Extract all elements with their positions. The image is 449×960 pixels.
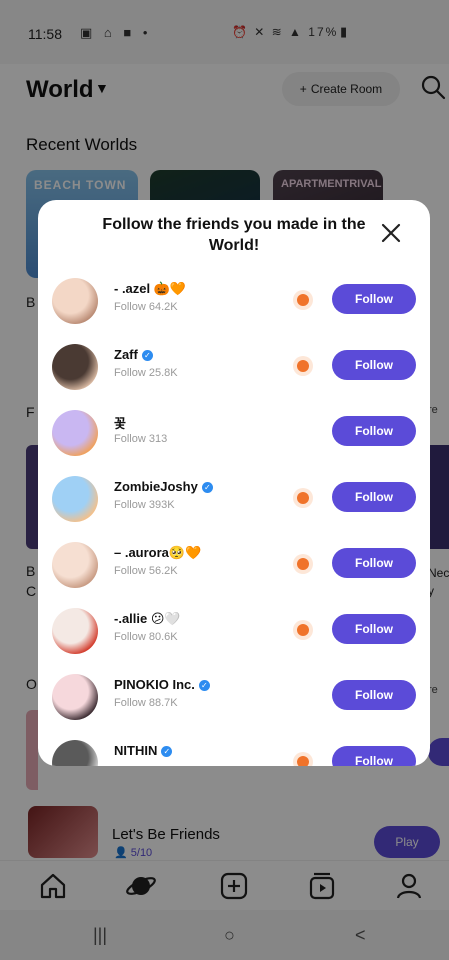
avatar[interactable] [52, 344, 98, 390]
friend-row: 꽃 Follow 313 Follow [38, 398, 430, 464]
live-status-icon [293, 356, 313, 376]
friend-name[interactable]: - .azel 🎃🧡 [114, 281, 186, 297]
friend-list: - .azel 🎃🧡 Follow 64.2K Follow Zaff ✓ Follow … [38, 266, 430, 766]
follow-button[interactable]: Follow [332, 614, 416, 644]
verified-badge-icon: ✓ [141, 350, 153, 362]
follower-count: Follow 313 [114, 433, 168, 445]
friend-row: Zaff ✓ Follow 25.8K Follow [38, 332, 430, 398]
follower-count: Follow 80.6K [114, 631, 178, 643]
friend-name-text: – .aurora🥺🧡 [114, 545, 202, 560]
friend-name-text: 꽃 [114, 416, 126, 431]
follower-count: Follow 88.7K [114, 697, 178, 709]
friend-name[interactable]: NITHIN ✓ [114, 743, 173, 758]
verified-badge-icon: ✓ [198, 680, 210, 692]
dialog-title: Follow the friends you made in the World… [102, 216, 366, 254]
follower-count: Follow 25.8K [114, 367, 178, 379]
follow-button[interactable]: Follow [332, 284, 416, 314]
friend-name-text: ZombieJoshy [114, 479, 198, 494]
friend-row: ZombieJoshy ✓ Follow 393K Follow [38, 464, 430, 530]
live-status-icon [293, 290, 313, 310]
follow-button[interactable]: Follow [332, 680, 416, 710]
avatar[interactable] [52, 278, 98, 324]
friend-row: PINOKIO Inc. ✓ Follow 88.7K Follow [38, 662, 430, 728]
live-status-icon [293, 488, 313, 508]
follower-count: Follow 393K [114, 499, 175, 511]
follower-count: Follow 64.2K [114, 301, 178, 313]
avatar[interactable] [52, 542, 98, 588]
follow-button[interactable]: Follow [332, 548, 416, 578]
verified-badge-icon: ✓ [161, 746, 173, 758]
avatar[interactable] [52, 476, 98, 522]
verified-badge-icon: ✓ [201, 482, 213, 494]
follower-count: Follow 56.2K [114, 565, 178, 577]
avatar[interactable] [52, 410, 98, 456]
friend-name-text: - .azel 🎃🧡 [114, 281, 187, 296]
friend-name[interactable]: 꽃 [114, 413, 126, 432]
follow-friends-dialog: Follow the friends you made in the World… [38, 200, 430, 766]
avatar[interactable] [52, 608, 98, 654]
avatar[interactable] [52, 740, 98, 766]
friend-row: - .azel 🎃🧡 Follow 64.2K Follow [38, 266, 430, 332]
avatar[interactable] [52, 674, 98, 720]
friend-name[interactable]: -.allie 😕🤍 [114, 611, 181, 627]
friend-name-text: -.allie 😕🤍 [114, 611, 181, 626]
live-status-icon [293, 752, 313, 766]
friend-name[interactable]: PINOKIO Inc. ✓ [114, 677, 210, 692]
close-icon[interactable] [376, 218, 406, 248]
follow-button[interactable]: Follow [332, 350, 416, 380]
friend-row: NITHIN ✓ Follow [38, 728, 430, 766]
friend-name[interactable]: ZombieJoshy ✓ [114, 479, 213, 494]
live-status-icon [293, 554, 313, 574]
follow-button[interactable]: Follow [332, 482, 416, 512]
friend-name-text: Zaff [114, 347, 138, 362]
friend-row: -.allie 😕🤍 Follow 80.6K Follow [38, 596, 430, 662]
friend-name-text: NITHIN [114, 743, 158, 758]
friend-row: – .aurora🥺🧡 Follow 56.2K Follow [38, 530, 430, 596]
follow-button[interactable]: Follow [332, 746, 416, 766]
friend-name[interactable]: – .aurora🥺🧡 [114, 545, 201, 561]
live-status-icon [293, 620, 313, 640]
friend-name[interactable]: Zaff ✓ [114, 347, 153, 362]
follow-button[interactable]: Follow [332, 416, 416, 446]
friend-name-text: PINOKIO Inc. [114, 677, 195, 692]
